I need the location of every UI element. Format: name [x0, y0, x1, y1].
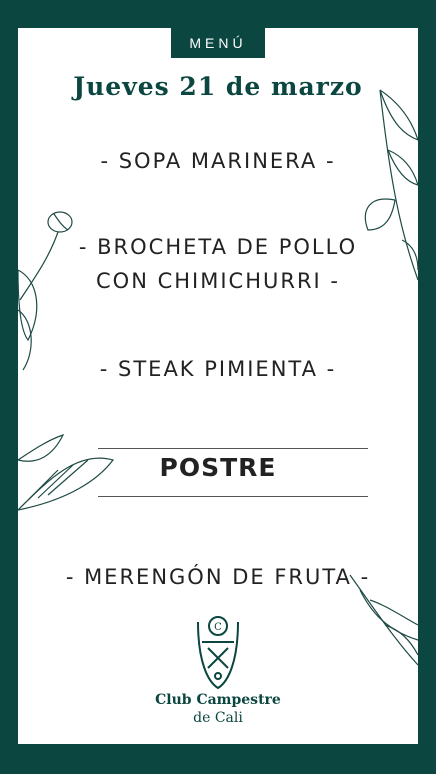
club-crest-icon: C — [197, 616, 239, 690]
dessert-heading: POSTRE — [159, 453, 277, 482]
divider — [98, 448, 368, 449]
menu-date: Jueves 21 de marzo — [73, 72, 363, 101]
dish-item: - STEAK PIMIENTA - — [99, 357, 337, 381]
divider — [98, 496, 368, 497]
menu-tab: MENÚ — [171, 28, 265, 58]
brand-city: de Cali — [193, 710, 243, 726]
dish-item: - BROCHETA DE POLLO — [78, 235, 358, 259]
dish-item: - SOPA MARINERA - — [100, 149, 336, 173]
brand-name: Club Campestre — [155, 692, 281, 708]
svg-text:C: C — [214, 622, 222, 633]
dessert-item: - MERENGÓN DE FRUTA - — [65, 565, 371, 589]
dish-item-continued: CON CHIMICHURRI - — [96, 269, 340, 293]
